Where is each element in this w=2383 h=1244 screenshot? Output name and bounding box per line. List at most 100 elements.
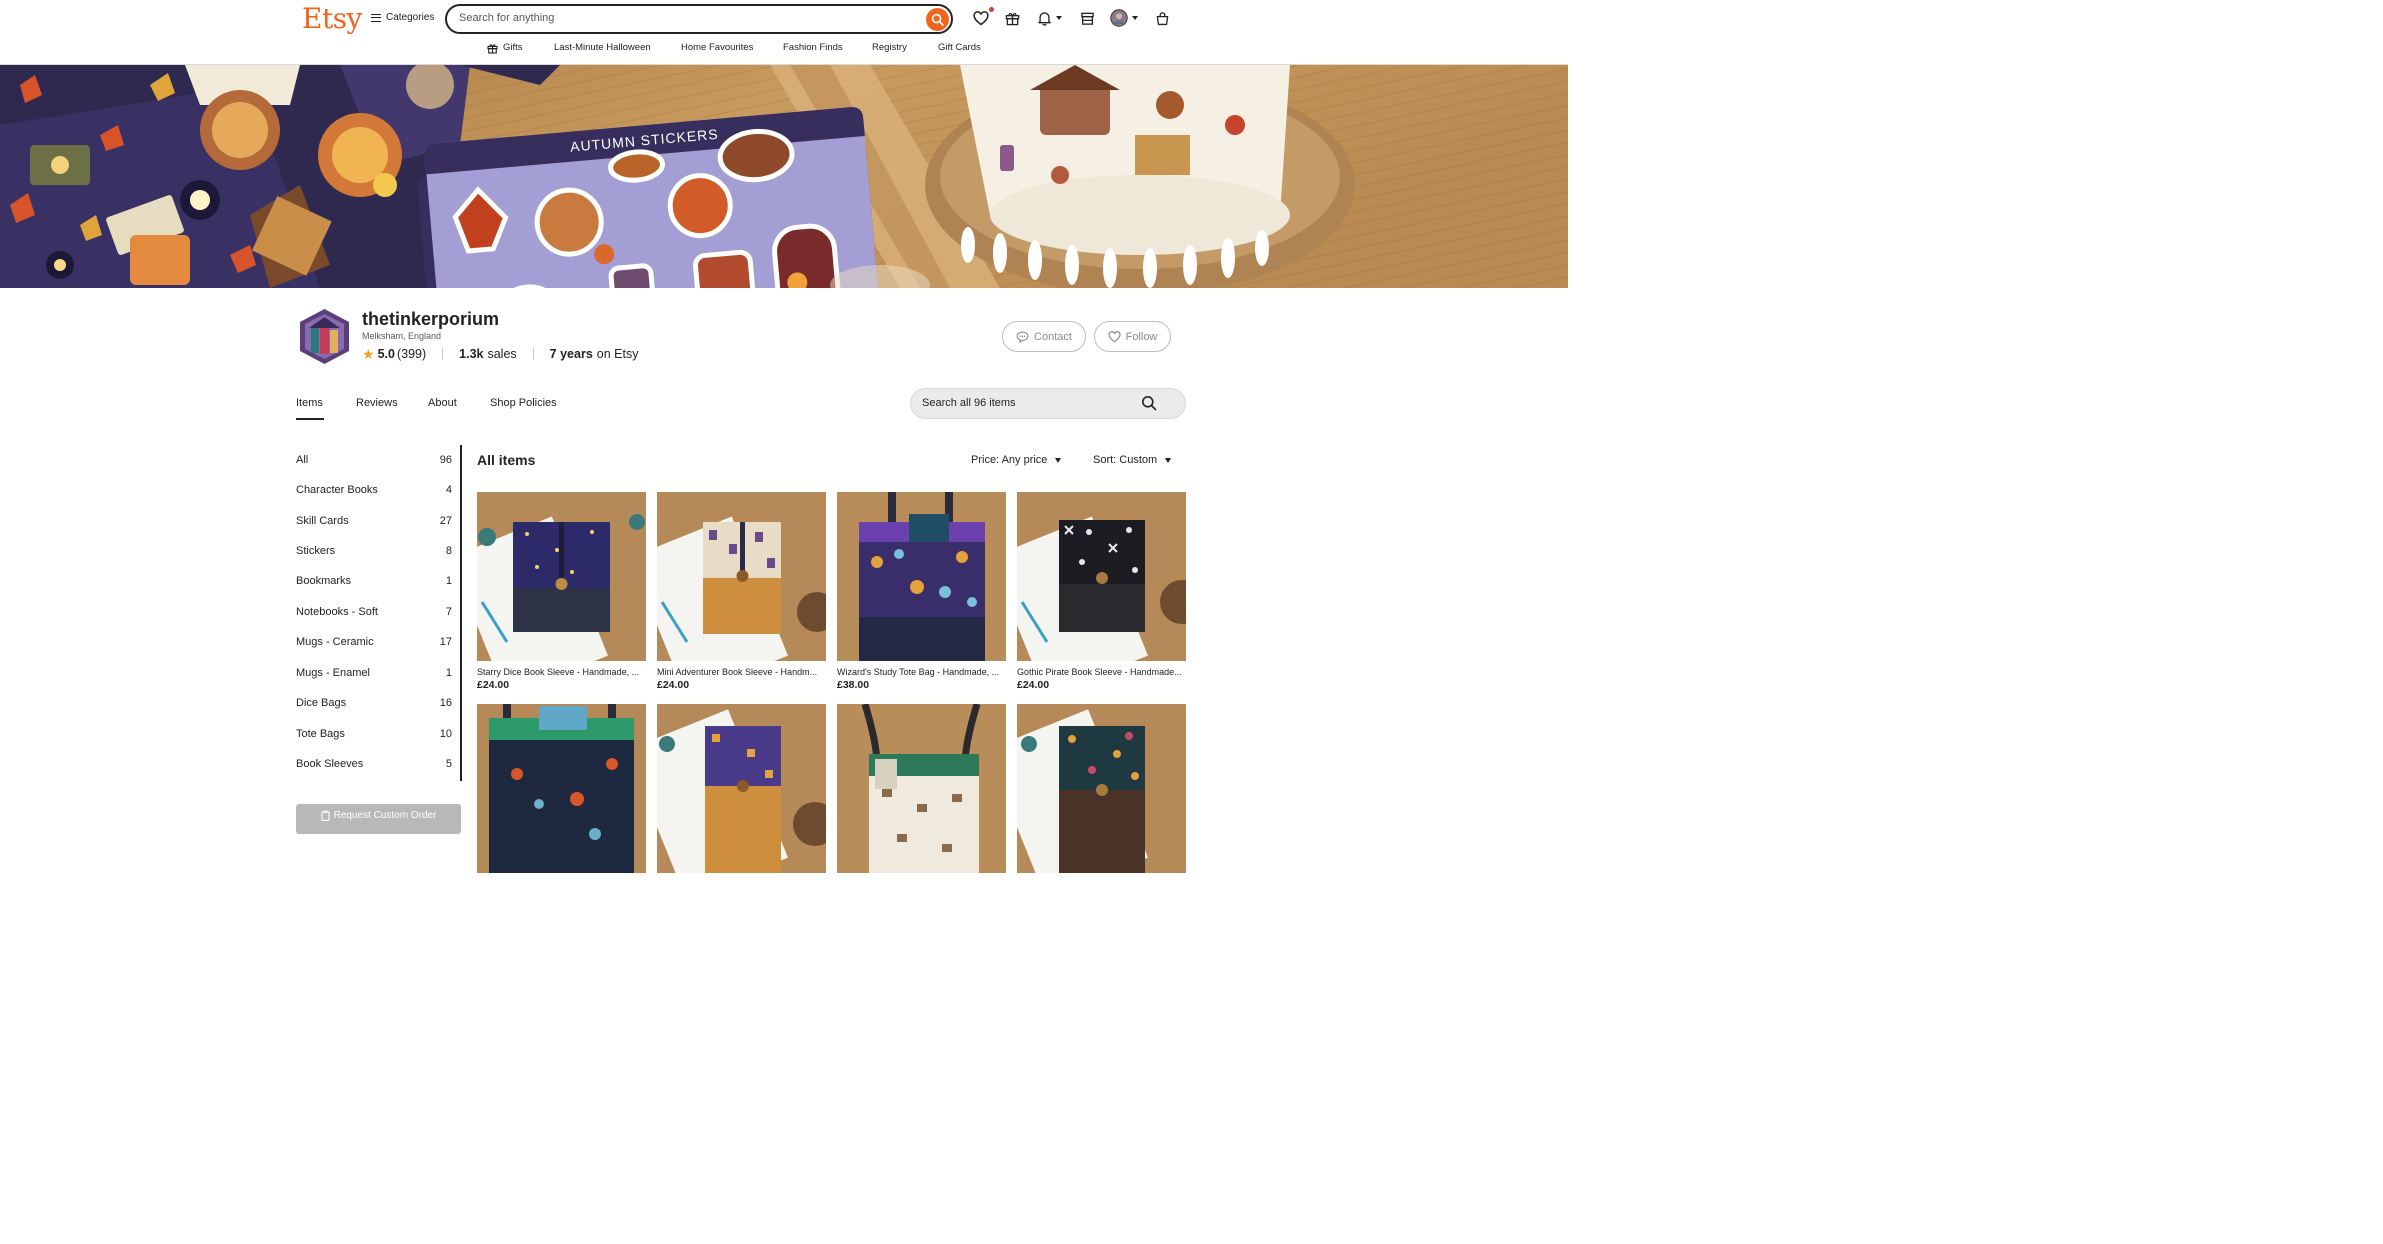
chat-bubble-icon	[1016, 331, 1029, 343]
chevron-down-icon[interactable]	[1056, 16, 1062, 20]
sidebar-item-notebooks-soft[interactable]: Notebooks - Soft 7	[296, 606, 452, 618]
listing-card[interactable]	[1017, 704, 1186, 873]
sidebar-item-all[interactable]: All 96	[296, 454, 452, 466]
tab-about[interactable]: About	[428, 397, 457, 409]
gift-mode-button[interactable]	[1002, 8, 1022, 28]
listing-card[interactable]: Starry Dice Book Sleeve - Handmade, ... …	[477, 492, 646, 691]
categories-button[interactable]: Categories	[371, 12, 434, 23]
listing-image[interactable]	[657, 704, 826, 873]
shop-search-bar	[910, 388, 1186, 419]
sidebar-item-mugs-enamel[interactable]: Mugs - Enamel 1	[296, 667, 452, 679]
clipboard-icon	[320, 810, 330, 821]
sidebar-item-label: Stickers	[296, 545, 336, 557]
tab-items[interactable]: Items	[296, 397, 323, 409]
subnav-registry[interactable]: Registry	[872, 42, 907, 53]
notifications-button[interactable]	[1034, 8, 1054, 28]
shop-search-input[interactable]	[922, 397, 1132, 409]
subnav-fashion-finds[interactable]: Fashion Finds	[783, 42, 843, 53]
subnav-home-favourites[interactable]: Home Favourites	[681, 42, 753, 53]
shop-review-count[interactable]: (399)	[397, 347, 426, 361]
sidebar-item-stickers[interactable]: Stickers 8	[296, 545, 452, 557]
shop-logo-image	[300, 309, 349, 364]
listing-price: £24.00	[657, 679, 690, 691]
sort-dropdown[interactable]: Sort: Custom	[1093, 454, 1172, 466]
listing-image[interactable]	[837, 492, 1006, 661]
follow-button[interactable]: Follow	[1094, 321, 1171, 352]
subnav-last-minute-halloween[interactable]: Last-Minute Halloween	[554, 42, 651, 53]
gift-icon	[1005, 12, 1019, 25]
listing-photo	[657, 704, 826, 873]
listing-title[interactable]: Starry Dice Book Sleeve - Handmade, ...	[477, 667, 645, 677]
listing-image[interactable]	[477, 492, 646, 661]
tab-shop-policies[interactable]: Shop Policies	[490, 397, 557, 409]
site-search-input[interactable]	[459, 12, 909, 24]
listing-card[interactable]	[477, 704, 646, 873]
sidebar-item-count: 4	[445, 484, 452, 496]
sidebar-item-label: Character Books	[296, 484, 378, 496]
price-filter-label: Price: Any price	[971, 454, 1048, 466]
sidebar-item-mugs-ceramic[interactable]: Mugs - Ceramic 17	[296, 636, 452, 648]
listing-card[interactable]	[657, 704, 826, 873]
listing-image[interactable]	[657, 492, 826, 661]
sidebar-item-label: All	[296, 454, 309, 466]
shop-search-button[interactable]	[1141, 395, 1157, 416]
stat-divider	[442, 348, 444, 360]
active-tab-indicator	[296, 418, 324, 420]
listing-photo	[837, 492, 1006, 661]
storefront-icon	[1080, 12, 1094, 25]
price-filter-dropdown[interactable]: Price: Any price	[971, 454, 1062, 466]
shop-banner: AUTUMN STICKERS	[0, 65, 1568, 288]
shop-years-suffix: on Etsy	[596, 347, 639, 361]
request-custom-order-label: Request Custom Order	[333, 810, 437, 821]
subnav-gifts[interactable]: Gifts	[503, 42, 523, 53]
listing-photo	[837, 704, 1006, 873]
listing-card[interactable]: Wizard's Study Tote Bag - Handmade, ... …	[837, 492, 1006, 691]
sidebar-item-skill-cards[interactable]: Skill Cards 27	[296, 515, 452, 527]
sidebar-item-label: Book Sleeves	[296, 758, 364, 770]
listing-card[interactable]	[837, 704, 1006, 873]
shop-logo[interactable]	[299, 308, 350, 365]
sidebar-item-book-sleeves[interactable]: Book Sleeves 5	[296, 758, 452, 770]
caret-down-icon	[1165, 457, 1172, 463]
sidebar-item-tote-bags[interactable]: Tote Bags 10	[296, 728, 452, 740]
listing-photo	[477, 492, 646, 661]
sidebar-item-label: Mugs - Ceramic	[296, 636, 374, 648]
sidebar-item-dice-bags[interactable]: Dice Bags 16	[296, 697, 452, 709]
etsy-logo[interactable]: Etsy	[302, 2, 362, 35]
sidebar-item-label: Skill Cards	[296, 515, 349, 527]
listing-card[interactable]: Mini Adventurer Book Sleeve - Handm... £…	[657, 492, 826, 691]
listing-photo	[1017, 704, 1186, 873]
account-button[interactable]	[1109, 8, 1129, 28]
shop-manager-button[interactable]	[1077, 8, 1097, 28]
listing-price: £24.00	[1017, 679, 1050, 691]
shop-years: 7 years	[549, 347, 593, 361]
listing-image[interactable]	[1017, 704, 1186, 873]
request-custom-order-button[interactable]: Request Custom Order	[296, 804, 461, 834]
listing-card[interactable]: Gothic Pirate Book Sleeve - Handmade... …	[1017, 492, 1186, 691]
sidebar-item-bookmarks[interactable]: Bookmarks 1	[296, 575, 452, 587]
site-search-button[interactable]	[926, 8, 949, 31]
sidebar-item-label: Notebooks - Soft	[296, 606, 378, 618]
listing-image[interactable]	[1017, 492, 1186, 661]
listing-title[interactable]: Mini Adventurer Book Sleeve - Handm...	[657, 667, 825, 677]
listing-image[interactable]	[837, 704, 1006, 873]
search-icon	[931, 13, 944, 26]
listing-price: £38.00	[837, 679, 870, 691]
tab-reviews[interactable]: Reviews	[356, 397, 398, 409]
sidebar-item-character-books[interactable]: Character Books 4	[296, 484, 452, 496]
follow-label: Follow	[1125, 330, 1158, 343]
shop-stats: ★ 5.0 (399) 1.3k sales 7 years on Etsy	[362, 345, 638, 363]
shop-rating: 5.0	[377, 347, 395, 361]
subnav-gift-cards[interactable]: Gift Cards	[938, 42, 981, 53]
sidebar-item-count: 7	[445, 606, 452, 618]
sort-label: Sort: Custom	[1093, 454, 1158, 466]
chevron-down-icon[interactable]	[1132, 16, 1138, 20]
section-title: All items	[477, 452, 536, 468]
listing-title[interactable]: Wizard's Study Tote Bag - Handmade, ...	[837, 667, 1005, 677]
listing-title[interactable]: Gothic Pirate Book Sleeve - Handmade...	[1017, 667, 1185, 677]
contact-button[interactable]: Contact	[1002, 321, 1086, 352]
listing-image[interactable]	[477, 704, 646, 873]
listing-price: £24.00	[477, 679, 510, 691]
cart-button[interactable]	[1152, 8, 1172, 28]
sidebar-item-count: 17	[439, 636, 452, 648]
